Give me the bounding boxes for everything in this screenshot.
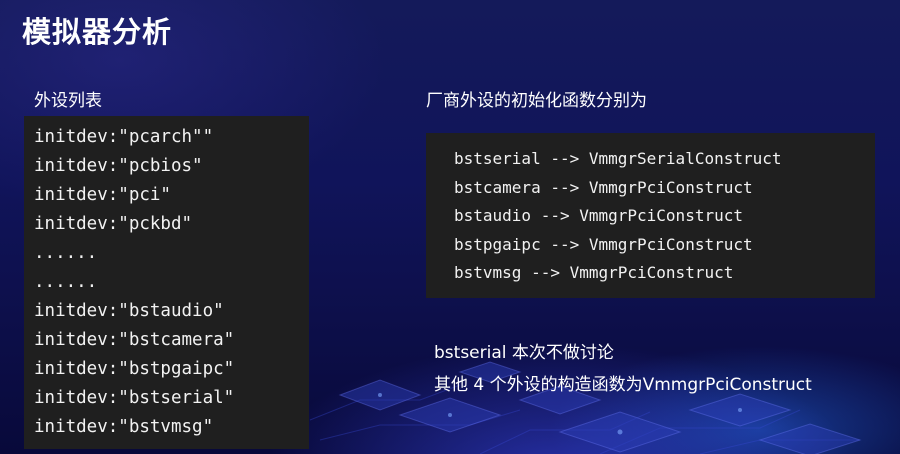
code-line: bstserial --> VmmgrSerialConstruct — [454, 149, 782, 168]
code-line: bstvmsg --> VmmgrPciConstruct — [454, 263, 734, 282]
code-line: bstpgaipc --> VmmgrPciConstruct — [454, 234, 753, 254]
code-line: initdev:"pcarch"" — [34, 127, 214, 147]
vendor-init-functions-label: 厂商外设的初始化函数分别为 — [426, 91, 647, 111]
code-line: initdev:"pckbd" — [34, 214, 193, 234]
code-line: initdev:"bstpgaipc" — [34, 359, 235, 379]
code-line: bstaudio --> VmmgrPciConstruct — [454, 206, 743, 225]
code-line: ...... — [34, 243, 98, 263]
note-other-peripherals: 其他 4 个外设的构造函数为VmmgrPciConstruct — [434, 375, 812, 395]
peripheral-list-label: 外设列表 — [34, 91, 102, 111]
note-bstserial: bstserial 本次不做讨论 — [434, 343, 614, 363]
code-line: bstcamera --> VmmgrPciConstruct — [454, 177, 753, 197]
code-line: initdev:"bstaudio" — [34, 301, 224, 321]
page-title: 模拟器分析 — [22, 15, 173, 49]
code-line: initdev:"bstserial" — [34, 388, 235, 408]
vendor-init-functions-code-block: bstserial --> VmmgrSerialConstruct bstca… — [426, 133, 875, 298]
code-line: initdev:"bstcamera" — [34, 330, 235, 350]
code-line: ...... — [34, 272, 98, 292]
code-line: initdev:"pci" — [34, 185, 171, 205]
peripheral-list-code-block: initdev:"pcarch"" initdev:"pcbios" initd… — [24, 116, 309, 449]
code-line: initdev:"bstvmsg" — [34, 417, 214, 437]
code-line: initdev:"pcbios" — [34, 156, 203, 176]
